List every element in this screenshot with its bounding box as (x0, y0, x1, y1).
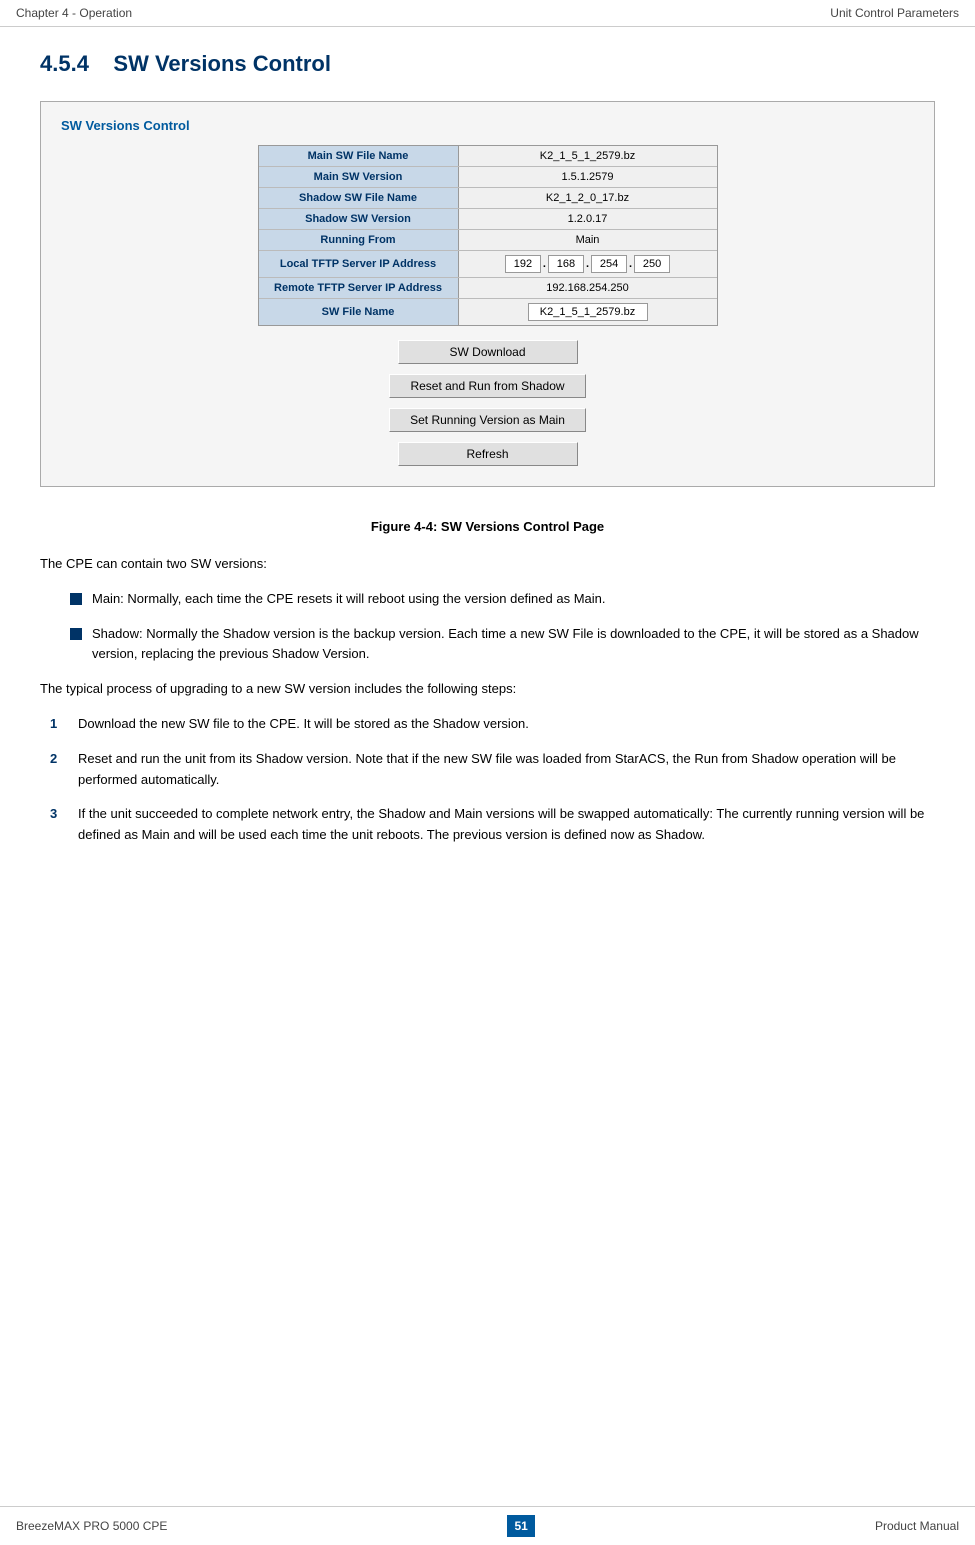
figure-caption: Figure 4-4: SW Versions Control Page (40, 519, 935, 534)
row-value-2: K2_1_2_0_17.bz (459, 188, 717, 208)
table-row: Running From Main (259, 230, 717, 251)
figure-box: SW Versions Control Main SW File Name K2… (40, 101, 935, 487)
row-value-4: Main (459, 230, 717, 250)
row-label-0: Main SW File Name (259, 146, 459, 166)
bullet-icon (70, 593, 82, 605)
set-running-main-button[interactable]: Set Running Version as Main (389, 408, 586, 432)
panel-title: SW Versions Control (61, 118, 914, 133)
list-item: 2 Reset and run the unit from its Shadow… (50, 749, 935, 791)
header-right: Unit Control Parameters (830, 6, 959, 20)
section-title: SW Versions Control (113, 51, 331, 76)
page-header: Chapter 4 - Operation Unit Control Param… (0, 0, 975, 27)
ip-dot-2: . (586, 258, 589, 270)
section-heading: 4.5.4 SW Versions Control (40, 51, 935, 77)
step-text-2: Reset and run the unit from its Shadow v… (78, 749, 935, 791)
row-value-1: 1.5.1.2579 (459, 167, 717, 187)
reset-run-shadow-button[interactable]: Reset and Run from Shadow (389, 374, 585, 398)
footer-left: BreezeMAX PRO 5000 CPE (16, 1519, 167, 1533)
body-intro: The CPE can contain two SW versions: (40, 554, 935, 575)
row-label-3: Shadow SW Version (259, 209, 459, 229)
refresh-button[interactable]: Refresh (398, 442, 578, 466)
ip-octet-3[interactable] (591, 255, 627, 273)
table-row: Local TFTP Server IP Address . . . (259, 251, 717, 278)
numbered-list: 1 Download the new SW file to the CPE. I… (50, 714, 935, 846)
table-row: Main SW File Name K2_1_5_1_2579.bz (259, 146, 717, 167)
sw-filename-input[interactable] (528, 303, 648, 321)
ip-input-group: . . . (505, 255, 670, 273)
row-label-7: SW File Name (259, 299, 459, 325)
row-value-7 (459, 299, 717, 325)
step-num-3: 3 (50, 804, 72, 825)
list-item: Shadow: Normally the Shadow version is t… (70, 624, 935, 666)
bullet-icon (70, 628, 82, 640)
table-row: Shadow SW File Name K2_1_2_0_17.bz (259, 188, 717, 209)
row-label-1: Main SW Version (259, 167, 459, 187)
row-label-2: Shadow SW File Name (259, 188, 459, 208)
table-row: Main SW Version 1.5.1.2579 (259, 167, 717, 188)
step-num-2: 2 (50, 749, 72, 770)
row-value-6: 192.168.254.250 (459, 278, 717, 298)
ip-dot-1: . (543, 258, 546, 270)
row-value-0: K2_1_5_1_2579.bz (459, 146, 717, 166)
row-label-6: Remote TFTP Server IP Address (259, 278, 459, 298)
footer-right: Product Manual (875, 1519, 959, 1533)
typical-process-intro: The typical process of upgrading to a ne… (40, 679, 935, 700)
list-item: 1 Download the new SW file to the CPE. I… (50, 714, 935, 735)
bullet-list: Main: Normally, each time the CPE resets… (70, 589, 935, 665)
section-number: 4.5.4 (40, 51, 89, 76)
sw-download-button[interactable]: SW Download (398, 340, 578, 364)
page-footer: BreezeMAX PRO 5000 CPE 51 Product Manual (0, 1506, 975, 1545)
row-label-4: Running From (259, 230, 459, 250)
table-row: Remote TFTP Server IP Address 192.168.25… (259, 278, 717, 299)
main-content: 4.5.4 SW Versions Control SW Versions Co… (0, 27, 975, 900)
ip-octet-2[interactable] (548, 255, 584, 273)
ip-octet-4[interactable] (634, 255, 670, 273)
table-row: Shadow SW Version 1.2.0.17 (259, 209, 717, 230)
control-panel: Main SW File Name K2_1_5_1_2579.bz Main … (258, 145, 718, 326)
row-value-3: 1.2.0.17 (459, 209, 717, 229)
row-label-5: Local TFTP Server IP Address (259, 251, 459, 277)
list-item: Main: Normally, each time the CPE resets… (70, 589, 935, 610)
buttons-area: SW Download Reset and Run from Shadow Se… (61, 340, 914, 466)
step-text-1: Download the new SW file to the CPE. It … (78, 714, 935, 735)
footer-page-number: 51 (507, 1515, 535, 1537)
table-row: SW File Name (259, 299, 717, 325)
bullet-text-1: Shadow: Normally the Shadow version is t… (92, 624, 935, 666)
list-item: 3 If the unit succeeded to complete netw… (50, 804, 935, 846)
row-value-5: . . . (459, 251, 717, 277)
ip-dot-3: . (629, 258, 632, 270)
ip-octet-1[interactable] (505, 255, 541, 273)
bullet-text-0: Main: Normally, each time the CPE resets… (92, 589, 606, 610)
step-text-3: If the unit succeeded to complete networ… (78, 804, 935, 846)
header-left: Chapter 4 - Operation (16, 6, 132, 20)
step-num-1: 1 (50, 714, 72, 735)
